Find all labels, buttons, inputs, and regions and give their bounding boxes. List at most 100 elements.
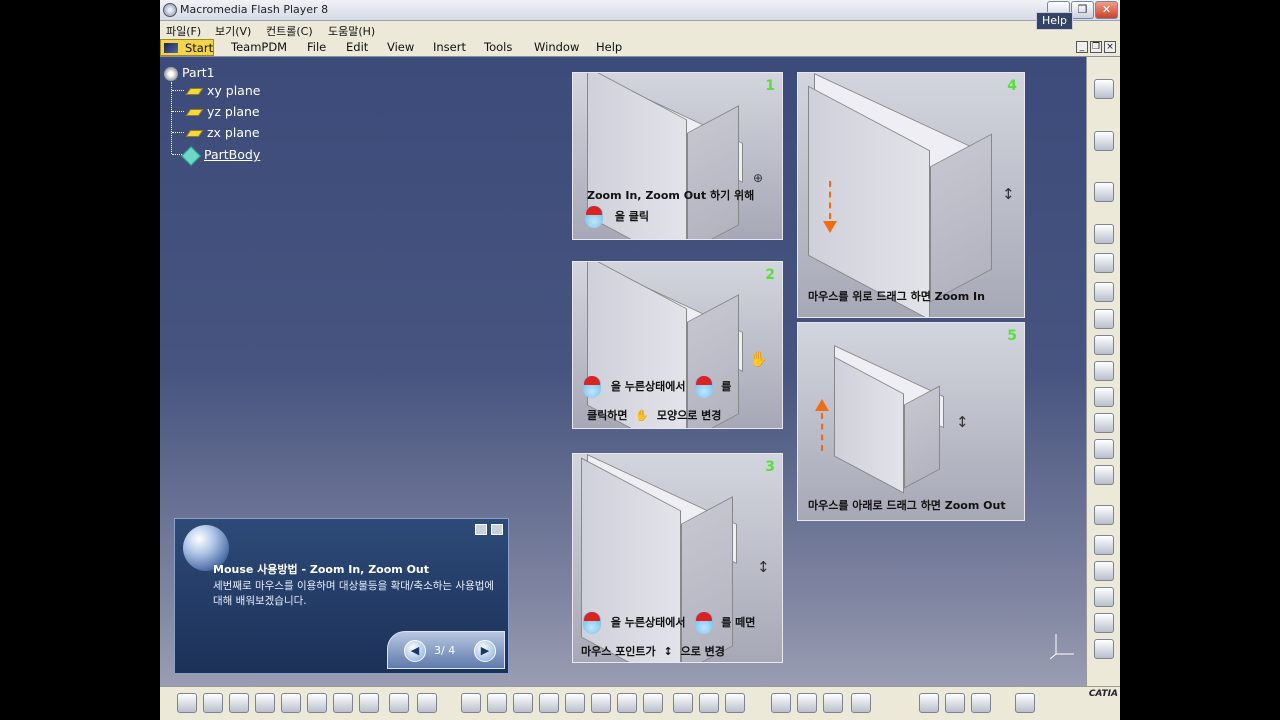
rotate-icon[interactable] (539, 693, 559, 713)
pocket-icon[interactable] (1094, 253, 1114, 273)
step-number: 2 (765, 267, 775, 283)
zoom-updown-cursor-icon: ↕ (757, 558, 770, 576)
titlebar: Macromedia Flash Player 8 ▁ ❐ ✕ (160, 0, 1120, 21)
help-button[interactable]: Help (1036, 12, 1073, 30)
prev-page-button[interactable]: ◀ (404, 640, 426, 662)
zoom-updown-cursor-icon: ↕ (956, 413, 969, 431)
stiffener-icon[interactable] (1094, 413, 1114, 433)
panel-caption: Zoom In, Zoom Out 하기 위해 (587, 189, 755, 202)
tutorial-description: 세번째로 마우스를 이용하며 대상물등을 확대/축소하는 사용법에 대해 배워보… (213, 580, 495, 607)
apply-material-icon[interactable] (823, 693, 843, 713)
hand-icon: ✋ (635, 409, 650, 422)
mdi-restore-button[interactable]: ❐ (1090, 41, 1102, 53)
render-style-icon[interactable] (673, 693, 693, 713)
update-icon[interactable] (771, 693, 791, 713)
axis-compass-icon (1048, 630, 1078, 660)
shaft-icon[interactable] (1094, 282, 1114, 302)
groove-icon[interactable] (1094, 309, 1114, 329)
print-icon[interactable] (255, 693, 275, 713)
box-side-face (904, 385, 940, 489)
menu-view[interactable]: 보기(V) (215, 23, 251, 39)
menu-help-catia[interactable]: Help (596, 40, 622, 54)
tree-node-yz-plane[interactable]: yz plane (185, 104, 260, 119)
start-menu[interactable]: Start (160, 39, 214, 56)
copy-icon[interactable] (307, 693, 327, 713)
whats-this-icon[interactable] (417, 693, 437, 713)
menu-file-catia[interactable]: File (307, 40, 326, 54)
menu-edit[interactable]: Edit (346, 40, 368, 54)
pan-icon[interactable] (513, 693, 533, 713)
menu-window[interactable]: Window (534, 40, 579, 54)
plane-icon (185, 130, 204, 137)
fit-all-icon[interactable] (487, 693, 507, 713)
panel-caption: 마우스 포인트가 ↕ 으로 변경 (581, 645, 725, 658)
zoom-in-icon[interactable] (565, 693, 585, 713)
zoom-out-icon[interactable] (591, 693, 611, 713)
drag-up-arrow-icon (815, 399, 829, 411)
flash-menubar: 파일(F) 보기(V) 컨트롤(C) 도움말(H) (160, 21, 1120, 39)
pad-icon[interactable] (1094, 224, 1114, 244)
sketch-icon[interactable] (1094, 182, 1114, 202)
select-arrow-icon[interactable] (1094, 131, 1114, 151)
mouse-button-icon (695, 376, 714, 398)
catalog-icon[interactable] (1015, 693, 1035, 713)
cut-icon[interactable] (281, 693, 301, 713)
mdi-minimize-button[interactable]: _ (1076, 41, 1088, 53)
remove-loft-icon[interactable] (1094, 465, 1114, 485)
shell-icon[interactable] (1094, 587, 1114, 607)
menu-help[interactable]: 도움말(H) (328, 23, 375, 39)
tree-node-partbody[interactable]: PartBody (181, 145, 260, 166)
tree-node-zx-plane[interactable]: zx plane (185, 125, 260, 140)
tree-connector (172, 111, 184, 112)
right-toolbar (1086, 57, 1120, 686)
menu-view-catia[interactable]: View (387, 40, 414, 54)
tutorial-minimize-icon[interactable] (491, 524, 503, 535)
tutorial-heading: Mouse 사용방법 - Zoom In, Zoom Out (213, 563, 430, 576)
save-icon[interactable] (229, 693, 249, 713)
measure-item-icon[interactable] (945, 693, 965, 713)
undo-icon[interactable] (359, 693, 379, 713)
hole-icon[interactable] (1094, 335, 1114, 355)
normal-view-icon[interactable] (617, 693, 637, 713)
menu-insert[interactable]: Insert (433, 40, 466, 54)
menu-control[interactable]: 컨트롤(C) (266, 23, 313, 39)
views-icon[interactable] (643, 693, 663, 713)
plane-icon (185, 88, 204, 95)
tree-node-xy-plane[interactable]: xy plane (185, 83, 260, 98)
swap-space-icon[interactable] (725, 693, 745, 713)
pattern-icon[interactable] (1094, 613, 1114, 633)
tutorial-expand-icon[interactable] (475, 524, 487, 535)
mdi-close-button[interactable]: × (1104, 41, 1116, 53)
hide-show-icon[interactable] (699, 693, 719, 713)
chamfer-icon[interactable] (1094, 535, 1114, 555)
step-number: 4 (1007, 78, 1017, 94)
maximize-button[interactable]: ❐ (1071, 1, 1094, 19)
next-page-button[interactable]: ▶ (474, 640, 496, 662)
tree-node-part1[interactable]: Part1 (164, 65, 215, 81)
box-side-face (681, 496, 733, 662)
slot-icon[interactable] (1094, 387, 1114, 407)
part-design-icon[interactable] (851, 693, 871, 713)
zoom-cursor-icon: ⊕ (753, 171, 764, 185)
fly-mode-icon[interactable] (461, 693, 481, 713)
paste-icon[interactable] (333, 693, 353, 713)
rib-icon[interactable] (1094, 361, 1114, 381)
fillet-icon[interactable] (1094, 505, 1114, 525)
close-button[interactable]: ✕ (1095, 1, 1118, 19)
open-file-icon[interactable] (203, 693, 223, 713)
redo-icon[interactable] (389, 693, 409, 713)
draft-icon[interactable] (1094, 561, 1114, 581)
sketcher-icon[interactable] (1094, 79, 1114, 99)
mirror-icon[interactable] (1094, 639, 1114, 659)
new-file-icon[interactable] (177, 693, 197, 713)
tutorial-nav: ◀ 3/ 4 ▶ (387, 631, 505, 669)
menu-teampdm[interactable]: TeamPDM (231, 40, 287, 54)
measure-icon[interactable] (797, 693, 817, 713)
measure-inertia-icon[interactable] (971, 693, 991, 713)
measure-between-icon[interactable] (919, 693, 939, 713)
loft-icon[interactable] (1094, 439, 1114, 459)
menu-tools[interactable]: Tools (484, 40, 512, 54)
step-panel-3: 3 ↕ 을 누른상태에서 를 떼면 마우스 포인트가 ↕ 으로 변경 (572, 453, 783, 663)
menu-file[interactable]: 파일(F) (166, 23, 201, 39)
panel-caption: 을 누른상태에서 를 떼면 (583, 612, 755, 634)
